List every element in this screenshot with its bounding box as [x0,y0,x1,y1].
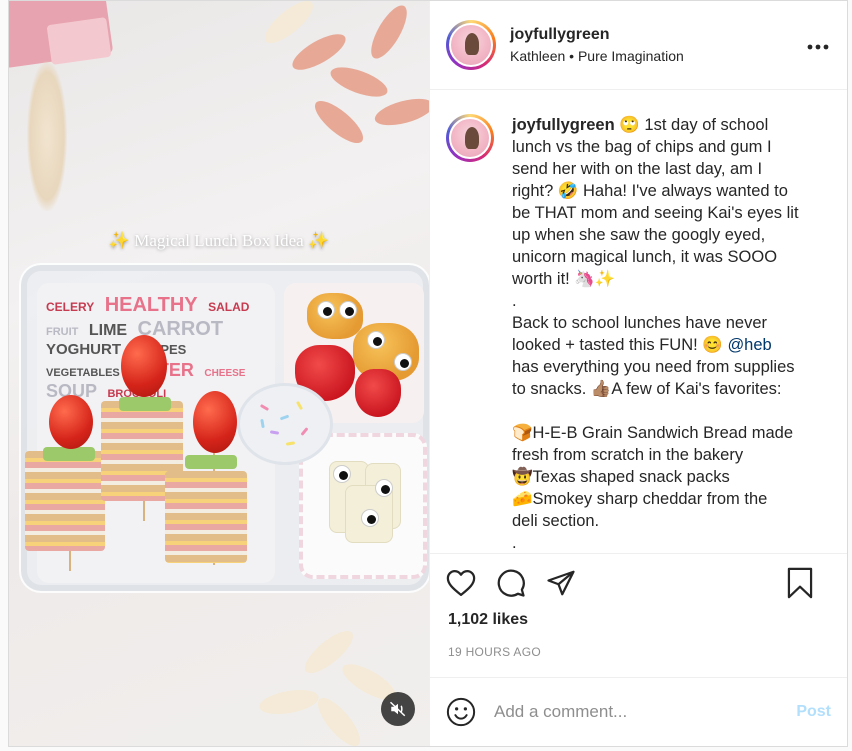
caption-line: be THAT mom and seeing Kai's eyes lit [512,204,799,223]
googly-eye [339,301,357,319]
header-text: joyfullygreen Kathleen • Pure Imaginatio… [510,26,684,64]
caption-line: lunch vs the bag of chips and gum I [512,138,772,157]
comment-button[interactable] [494,566,528,600]
cucumber-slice [185,455,237,469]
sprinkle [269,430,280,435]
more-options-button[interactable] [807,33,829,56]
comment-form: Add a comment... Post [430,676,847,746]
caption-line: 🧀Smokey sharp cheddar from the [512,490,768,509]
header-username[interactable]: joyfullygreen [510,26,684,44]
googly-eye [333,465,351,483]
caption-line: 🍞H-E-B Grain Sandwich Bread made [512,424,793,443]
dried-leaf [372,93,429,131]
avatar-image [449,23,493,68]
mention-link[interactable]: @heb [727,336,771,354]
cherry-tomato [193,391,237,453]
post-media[interactable]: ✨ Magical Lunch Box Idea ✨ CELERY HEALTH… [9,1,429,746]
caption-line [512,400,817,422]
caption-line: right? 🤣 Haha! I've always wanted to [512,182,788,201]
caption-section: joyfullygreen 🙄 1st day of school lunch … [430,90,847,554]
caption-line: unicorn magical lunch, it was SOOO [512,248,778,267]
strawberry [355,369,401,417]
emoji-icon[interactable] [446,697,476,727]
caption-line: . [512,534,517,553]
sprinkle [285,441,296,446]
caption-avatar[interactable] [446,114,494,163]
heart-icon [446,569,476,596]
caption-line: to snacks. 👍🏽A few of Kai's favorites: [512,380,782,399]
cherry-tomato [121,335,167,397]
napkin-word: CELERY [46,300,95,314]
caption-line: joyfullygreen 🙄 1st day of school [512,114,817,136]
caption-line: 🤠Texas shaped snack packs [512,468,730,487]
sprinkle [259,403,270,412]
caption-line: Back to school lunches have never [512,314,767,333]
post-header: joyfullygreen Kathleen • Pure Imaginatio… [430,1,847,91]
bookmark-icon [787,567,813,599]
video-overlay-caption: ✨ Magical Lunch Box Idea ✨ [108,231,330,250]
save-button[interactable] [783,566,817,600]
sprinkle [260,418,265,429]
more-options-icon [807,44,829,50]
cucumber-slice [119,397,171,411]
caption-line-text: 🙄 1st day of school [619,116,769,135]
post-timestamp[interactable]: 19 HOURS AGO [430,637,847,677]
napkin-word: FRUIT [46,326,79,338]
avatar[interactable] [446,20,496,71]
caption-line: . [512,292,517,311]
googly-eye [375,479,393,497]
googly-eye [394,353,412,371]
caption-text: joyfullygreen 🙄 1st day of school lunch … [512,114,817,553]
sandwich-stack [25,451,105,551]
dried-leaf [258,1,320,50]
napkin-word: SALAD [208,300,250,314]
googly-eye [361,509,379,527]
speaker-muted-icon [389,701,406,717]
caption-line: up when she saw the googly eyed, [512,226,766,245]
dried-leaf [308,94,370,150]
napkin-word: HEALTHY [104,294,198,316]
sprinkle-cup [237,383,333,465]
dried-leaf [311,691,367,746]
header-subtitle[interactable]: Kathleen • Pure Imagination [510,48,684,64]
avatar-image [449,117,491,160]
pampas-grass-decoration [27,61,67,211]
sprinkle [300,427,309,436]
dried-leaf [364,1,414,64]
napkin-word: VEGETABLES [46,366,120,379]
gift-box-decoration [46,17,112,65]
googly-eye [317,301,335,319]
comment-icon [497,569,525,597]
caption-line: worth it! 🦄✨ [512,270,616,289]
sprinkle [279,414,290,421]
sandwich-stack [165,471,247,563]
instagram-post: ✨ Magical Lunch Box Idea ✨ CELERY HEALTH… [8,0,848,747]
caption-line: fresh from scratch in the bakery [512,446,744,465]
napkin-word: CHEESE [204,367,246,379]
comment-input[interactable]: Add a comment... [494,702,796,722]
cherry-tomato [49,395,93,449]
caption-line: has everything you need from supplies [512,358,795,377]
post-sidebar: joyfullygreen Kathleen • Pure Imaginatio… [429,1,847,746]
sprinkle [295,400,304,411]
googly-eye [367,331,385,349]
caption-line: deli section. [512,512,600,531]
action-bar [430,554,847,611]
post-comment-button[interactable]: Post [796,703,831,721]
caption-line: looked + tasted this FUN! 😊 @heb [512,334,817,356]
likes-count[interactable]: 1,102 likes [430,611,847,637]
share-button[interactable] [544,566,578,600]
mute-button[interactable] [381,692,415,726]
share-icon [547,570,575,595]
caption-line-text: looked + tasted this FUN! 😊 [512,336,723,355]
napkin-word: LIME [88,322,128,339]
caption-line: send her with on the last day, am I [512,160,763,179]
caption-username[interactable]: joyfullygreen [512,116,615,134]
like-button[interactable] [444,566,478,600]
dried-leaf [327,61,391,103]
dried-leaf [257,685,321,719]
cucumber-slice [43,447,95,461]
napkin-word: YOGHURT [46,341,121,358]
